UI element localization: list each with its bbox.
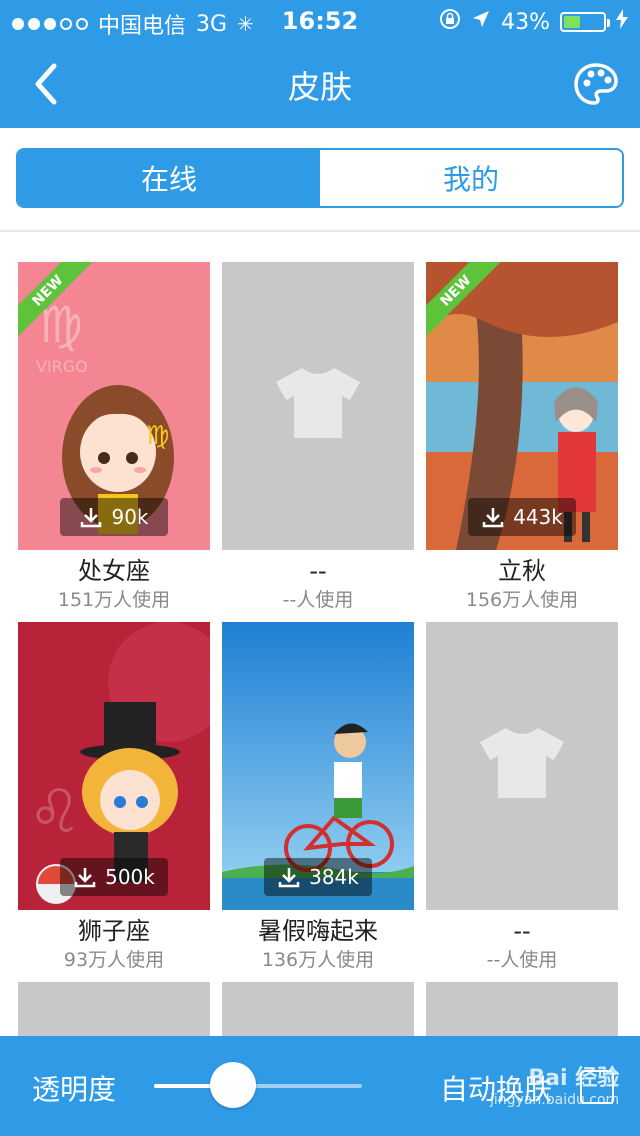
nav-bar: 皮肤 — [0, 40, 640, 128]
skin-card[interactable]: ♍ VIRGO ♍ NEW 90k 处女座 151万人使用 — [18, 262, 210, 614]
svg-text:♍: ♍ — [146, 421, 169, 451]
download-count-badge: 443k — [468, 498, 576, 536]
skin-card-partial[interactable] — [18, 982, 210, 1036]
skin-title: 狮子座 — [78, 917, 150, 945]
download-count: 500k — [105, 865, 155, 889]
skin-thumbnail: 384k — [222, 622, 414, 910]
skin-card-partial[interactable] — [426, 982, 618, 1036]
theme-palette-button[interactable] — [572, 60, 620, 108]
download-icon — [482, 508, 504, 528]
download-icon — [81, 508, 102, 528]
skin-thumbnail — [426, 622, 618, 910]
skin-card[interactable]: 384k 暑假嗨起来 136万人使用 — [222, 622, 414, 974]
tab-online[interactable]: 在线 — [18, 150, 320, 206]
download-count-badge: 500k — [60, 858, 168, 896]
palette-icon — [574, 63, 618, 105]
charging-icon — [616, 9, 628, 35]
skin-user-count: --人使用 — [486, 949, 558, 971]
watermark-brand: Bai 经验 — [528, 1066, 620, 1091]
opacity-slider-knob[interactable] — [210, 1062, 256, 1108]
skin-user-count: 156万人使用 — [465, 589, 579, 611]
download-count-badge: 384k — [264, 858, 372, 896]
tab-mine[interactable]: 我的 — [320, 150, 622, 206]
page-title: 皮肤 — [287, 68, 352, 106]
skin-title: -- — [309, 557, 327, 585]
skin-title: 处女座 — [78, 557, 150, 585]
skin-user-count: --人使用 — [282, 589, 354, 611]
rotation-lock-icon — [439, 8, 461, 36]
tshirt-icon — [276, 368, 360, 438]
battery-icon — [560, 12, 610, 32]
battery-percent: 43% — [501, 9, 550, 35]
divider — [0, 230, 640, 232]
skin-card[interactable]: ♌ 500k 狮子座 93万人使用 — [18, 622, 210, 974]
download-icon — [74, 868, 96, 888]
skin-thumbnail: ♌ 500k — [18, 622, 210, 910]
skin-title: 暑假嗨起来 — [258, 917, 378, 945]
skin-title: 立秋 — [498, 557, 546, 585]
skin-title: -- — [513, 917, 531, 945]
skin-thumbnail — [222, 262, 414, 550]
svg-text:VIRGO: VIRGO — [36, 357, 88, 376]
skin-thumbnail: NEW 443k — [426, 262, 618, 550]
skin-user-count: 151万人使用 — [57, 589, 171, 611]
watermark: Bai 经验 jingyan.baidu.com — [490, 1060, 619, 1108]
download-icon — [278, 868, 300, 888]
svg-text:♌: ♌ — [28, 777, 82, 847]
download-count: 443k — [513, 505, 563, 529]
tshirt-icon — [480, 728, 564, 798]
download-count: 90k — [111, 505, 149, 529]
skin-card-partial[interactable] — [222, 982, 414, 1036]
watermark-url: jingyan.baidu.com — [490, 1092, 620, 1108]
status-bar: 中国电信 3G ✳ 16:52 43% — [0, 0, 640, 40]
skin-thumbnail: ♍ VIRGO ♍ NEW 90k — [18, 262, 210, 550]
header: 中国电信 3G ✳ 16:52 43% 皮肤 — [0, 0, 640, 128]
skin-user-count: 136万人使用 — [261, 949, 375, 971]
download-count-badge: 90k — [60, 498, 168, 536]
opacity-label: 透明度 — [32, 1073, 117, 1106]
download-count: 384k — [309, 865, 359, 889]
opacity-slider[interactable] — [154, 1062, 362, 1108]
skin-user-count: 93万人使用 — [63, 949, 165, 971]
tab-switcher: 在线 我的 — [16, 148, 624, 208]
skin-card[interactable]: -- --人使用 — [222, 262, 414, 614]
skin-card[interactable]: -- --人使用 — [426, 622, 618, 974]
skin-card[interactable]: NEW 443k 立秋 156万人使用 — [426, 262, 618, 614]
location-arrow-icon — [471, 9, 491, 35]
